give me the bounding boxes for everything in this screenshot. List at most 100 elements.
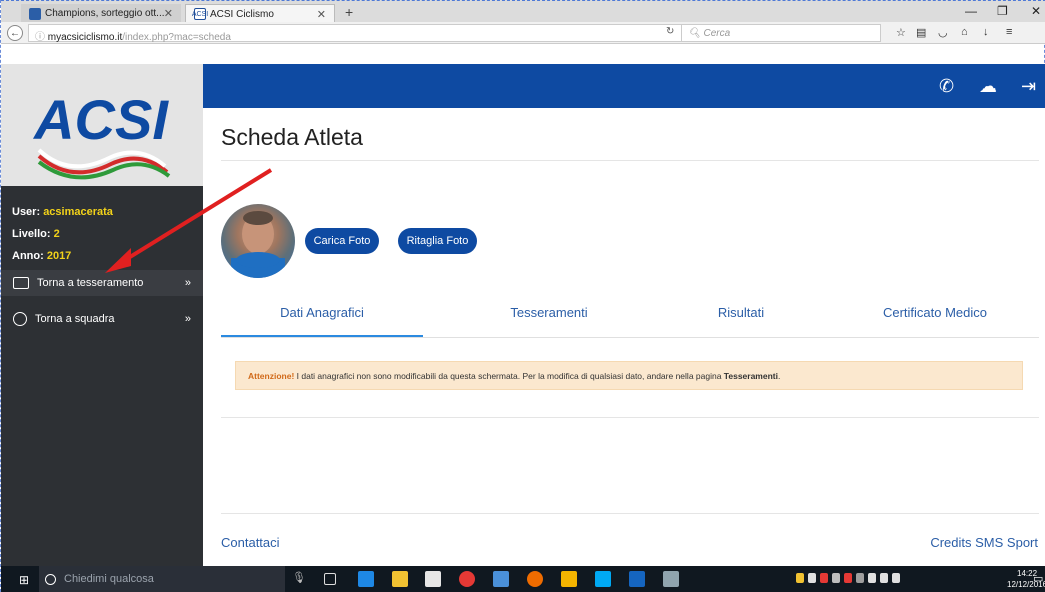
alert-warning-label: Attenzione! bbox=[248, 371, 295, 381]
tab-dati-anagrafici[interactable]: Dati Anagrafici bbox=[221, 305, 423, 320]
tray-icon[interactable] bbox=[832, 573, 840, 583]
bookmark-star-icon[interactable]: ☆ bbox=[896, 26, 906, 39]
tray-icon[interactable] bbox=[844, 573, 852, 583]
year-value: 2017 bbox=[46, 250, 72, 262]
id-card-icon bbox=[13, 277, 29, 289]
windows-taskbar: ⊞ Chiedimi qualcosa 🎙︎ 14:22 12/12/2016 … bbox=[1, 566, 1045, 592]
tray-icon[interactable] bbox=[820, 573, 828, 583]
task-view-icon[interactable] bbox=[324, 573, 336, 585]
tab-certificato-medico[interactable]: Certificato Medico bbox=[865, 305, 1005, 320]
volume-icon[interactable] bbox=[892, 573, 900, 583]
sidebar-item-label: Torna a tesseramento bbox=[37, 277, 144, 289]
user-label: User: bbox=[12, 206, 41, 218]
logout-icon[interactable]: ⇥ bbox=[1021, 76, 1036, 97]
active-tab-indicator bbox=[221, 335, 423, 337]
chevron-right-icon: » bbox=[184, 277, 191, 289]
url-path: /index.php?mac=scheda bbox=[122, 32, 231, 43]
firefox-icon[interactable] bbox=[527, 571, 543, 587]
top-bar: ✆ ☁ ⇥ bbox=[203, 64, 1045, 108]
alert-end: . bbox=[777, 371, 781, 381]
tab-title: ACSI Ciclismo bbox=[210, 8, 274, 20]
crop-photo-button[interactable]: Ritaglia Foto bbox=[398, 228, 477, 254]
tabs-divider bbox=[221, 337, 1039, 338]
skype-icon[interactable] bbox=[595, 571, 611, 587]
minimize-icon[interactable]: — bbox=[965, 4, 977, 18]
cloud-download-icon[interactable]: ☁ bbox=[979, 76, 997, 97]
phone-icon[interactable]: ✆ bbox=[939, 76, 954, 97]
logo-area: ACSI bbox=[1, 64, 203, 186]
sidebar-item-squadra[interactable]: Torna a squadra » bbox=[1, 306, 203, 332]
browser-tab-strip: Champions, sorteggio ott... ✕ ACSI ACSI … bbox=[1, 0, 1045, 23]
tray-icon[interactable] bbox=[796, 573, 804, 583]
sidebar: ACSI User: acsimacerata Livello: 2 Anno:… bbox=[1, 64, 203, 566]
tab-title: Champions, sorteggio ott... bbox=[45, 8, 165, 19]
close-window-icon[interactable]: ✕ bbox=[1031, 4, 1041, 18]
tab-favicon-icon bbox=[29, 7, 41, 20]
notifications-icon[interactable]: ▭ bbox=[1033, 572, 1043, 585]
browser-tab-champions[interactable]: Champions, sorteggio ott... ✕ bbox=[21, 4, 181, 23]
app-icon[interactable] bbox=[493, 571, 509, 587]
close-tab-icon[interactable]: ✕ bbox=[317, 8, 326, 21]
browser-search-input[interactable]: 🔍︎ Cerca bbox=[681, 24, 881, 42]
chevron-right-icon: » bbox=[184, 313, 191, 325]
address-bar[interactable]: ⓘ myacsiciclismo.it/index.php?mac=scheda bbox=[28, 24, 688, 43]
team-icon bbox=[13, 312, 27, 326]
reload-icon[interactable]: ↻ bbox=[666, 26, 674, 37]
system-tray bbox=[796, 573, 900, 585]
footer-divider bbox=[221, 513, 1039, 514]
home-icon[interactable]: ⌂ bbox=[961, 26, 968, 38]
close-tab-icon[interactable]: ✕ bbox=[164, 7, 173, 20]
bluetooth-icon[interactable] bbox=[856, 573, 864, 583]
download-icon[interactable]: ↓ bbox=[983, 26, 989, 38]
sidebar-item-tesseramento[interactable]: Torna a tesseramento » bbox=[1, 270, 203, 296]
store-icon[interactable] bbox=[425, 571, 441, 587]
search-icon: 🔍︎ bbox=[688, 28, 704, 39]
explorer-icon[interactable] bbox=[392, 571, 408, 587]
sidebar-item-label: Torna a squadra bbox=[35, 313, 115, 325]
credits-link[interactable]: Credits SMS Sport bbox=[930, 535, 1038, 550]
upload-photo-button[interactable]: Carica Foto bbox=[305, 228, 379, 254]
library-icon[interactable]: ▤ bbox=[916, 26, 926, 39]
network-icon[interactable] bbox=[868, 573, 876, 583]
tab-risultati[interactable]: Risultati bbox=[701, 305, 781, 320]
folder-icon[interactable] bbox=[561, 571, 577, 587]
athlete-avatar bbox=[221, 204, 295, 278]
contact-link[interactable]: Contattaci bbox=[221, 535, 280, 550]
user-info: User: acsimacerata Livello: 2 Anno: 2017 bbox=[12, 201, 113, 267]
url-host: myacsiciclismo.it bbox=[47, 32, 123, 43]
level-label: Livello: bbox=[12, 228, 51, 240]
page-title: Scheda Atleta bbox=[221, 124, 363, 150]
divider bbox=[221, 160, 1039, 161]
back-icon[interactable]: ← bbox=[7, 25, 23, 41]
level-value: 2 bbox=[53, 228, 60, 240]
microphone-icon[interactable]: 🎙︎ bbox=[292, 571, 308, 587]
acsi-favicon-icon: ACSI bbox=[192, 8, 208, 20]
edge-icon[interactable] bbox=[358, 571, 374, 587]
browser-tab-acsi[interactable]: ACSI ACSI Ciclismo ✕ bbox=[185, 4, 335, 23]
screenshot-frame: Champions, sorteggio ott... ✕ ACSI ACSI … bbox=[0, 0, 1045, 592]
cortana-placeholder: Chiedimi qualcosa bbox=[64, 573, 154, 585]
logo-text: ACSI bbox=[32, 88, 169, 151]
warning-alert: Attenzione! I dati anagrafici non sono m… bbox=[235, 361, 1023, 390]
cortana-icon bbox=[45, 573, 56, 585]
chrome-icon[interactable] bbox=[459, 571, 475, 587]
pocket-icon[interactable]: ◡ bbox=[938, 26, 948, 39]
alert-link: Tesseramenti bbox=[723, 371, 778, 381]
battery-icon[interactable] bbox=[880, 573, 888, 583]
menu-icon[interactable]: ≡ bbox=[1006, 26, 1012, 38]
info-icon: ⓘ bbox=[35, 32, 48, 43]
new-tab-icon[interactable]: + bbox=[345, 4, 353, 20]
browser-nav-bar: ← ⓘ myacsiciclismo.it/index.php?mac=sche… bbox=[1, 22, 1045, 44]
tray-icon[interactable] bbox=[808, 573, 816, 583]
cortana-search-input[interactable]: Chiedimi qualcosa bbox=[39, 566, 285, 592]
mail-icon[interactable] bbox=[629, 571, 645, 587]
restore-icon[interactable]: ❐ bbox=[997, 4, 1008, 18]
windows-start-icon[interactable]: ⊞ bbox=[19, 573, 29, 587]
acsi-logo: ACSI bbox=[32, 88, 171, 180]
main-content: Scheda Atleta Carica Foto Ritaglia Foto … bbox=[203, 108, 1045, 566]
search-placeholder: Cerca bbox=[703, 28, 731, 39]
app-icon[interactable] bbox=[663, 571, 679, 587]
year-label: Anno: bbox=[12, 250, 44, 262]
tab-tesseramenti[interactable]: Tesseramenti bbox=[489, 305, 609, 320]
user-value: acsimacerata bbox=[43, 206, 113, 218]
